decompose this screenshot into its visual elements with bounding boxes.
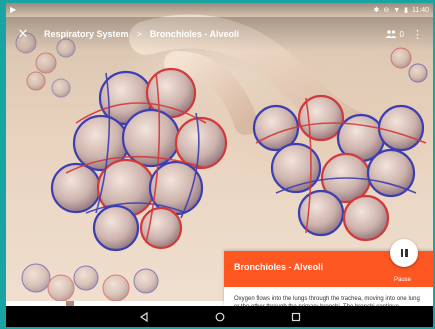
pause-button[interactable]: [390, 239, 418, 267]
home-icon[interactable]: [210, 309, 230, 325]
status-bar: ▶ ✱ ⊖ ▼ ▮ 11:40: [6, 3, 433, 17]
more-vert-icon[interactable]: ⋮: [412, 28, 423, 41]
pause-label: Pause: [393, 277, 411, 283]
wifi-icon: ▼: [393, 6, 401, 14]
do-not-disturb-icon: ⊖: [383, 6, 390, 14]
status-time: 11:40: [412, 6, 429, 14]
info-card-title: Bronchioles - Alveoli: [234, 262, 324, 272]
pause-icon: [400, 249, 408, 257]
breadcrumb-parent[interactable]: Respiratory System: [44, 29, 129, 39]
app-screen: ▶ ✱ ⊖ ▼ ▮ 11:40 ✕ Respiratory System > B…: [6, 3, 433, 306]
recents-icon[interactable]: [286, 309, 306, 325]
breadcrumb-current: Bronchioles - Alveoli: [149, 29, 239, 39]
navigation-bar: [6, 306, 433, 327]
info-card-body: Oxygen flows into the lungs through the …: [234, 296, 420, 306]
participants-button[interactable]: 0: [385, 30, 404, 39]
breadcrumb-separator: >: [136, 29, 142, 39]
battery-icon: ▮: [404, 6, 408, 14]
close-icon[interactable]: ✕: [8, 19, 38, 49]
back-icon[interactable]: [134, 309, 154, 325]
bluetooth-icon: ✱: [373, 6, 380, 14]
participants-count: 0: [399, 29, 404, 39]
app-bar: ✕ Respiratory System > Bronchioles - Alv…: [6, 17, 433, 51]
play-store-icon: ▶: [10, 5, 17, 14]
people-icon: [385, 30, 397, 38]
